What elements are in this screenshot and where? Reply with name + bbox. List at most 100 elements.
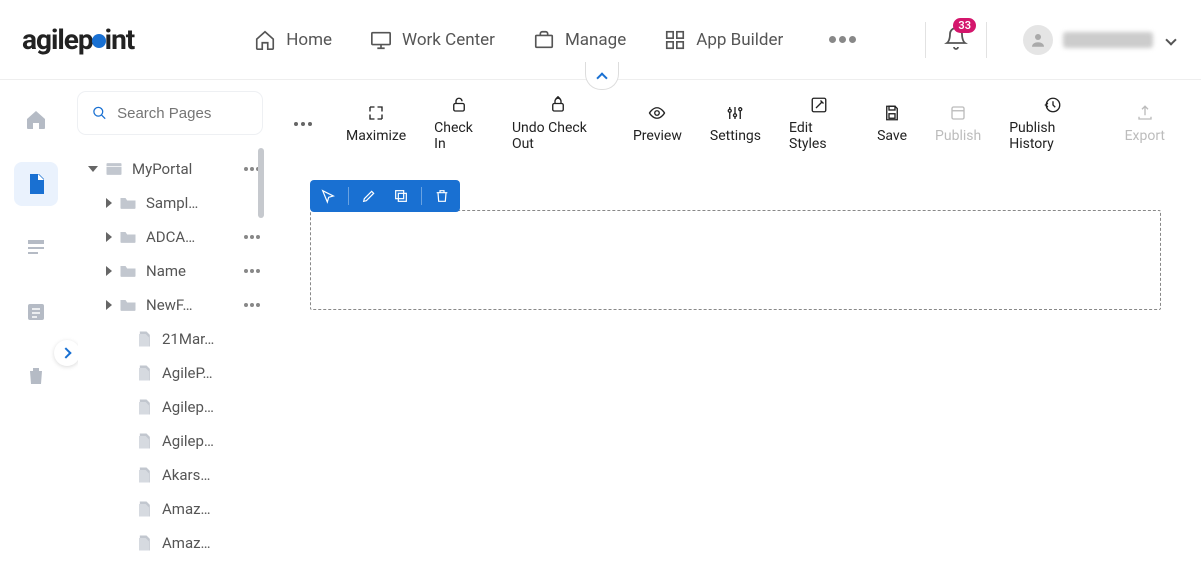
caret-right-icon[interactable]	[106, 300, 112, 310]
selection-move[interactable]	[316, 184, 340, 208]
logo-dot-icon	[92, 34, 106, 48]
tree-page[interactable]: Amaz…	[78, 492, 266, 526]
toolbar-label: Check In	[434, 120, 484, 152]
nav-work-center[interactable]: Work Center	[370, 29, 495, 51]
tree-label: MyPortal	[132, 160, 240, 178]
canvas[interactable]	[276, 170, 1195, 582]
toolbar-preview[interactable]: Preview	[621, 104, 694, 144]
folder-icon	[118, 297, 138, 313]
grid-icon	[664, 29, 686, 51]
rail-page-builder[interactable]	[14, 162, 58, 206]
caret-right-icon[interactable]	[106, 232, 112, 242]
tree-site[interactable]: MyPortal	[78, 152, 266, 186]
search-pages[interactable]	[78, 92, 262, 134]
toolbar-editstyles[interactable]: Edit Styles	[777, 96, 861, 152]
tree-label: Amaz…	[162, 534, 260, 552]
row-more[interactable]	[244, 303, 260, 307]
tree-page[interactable]: Agilep…	[78, 424, 266, 458]
divider	[925, 22, 926, 58]
tree-label: Agilep…	[162, 432, 260, 450]
nav-more[interactable]	[829, 36, 856, 43]
export-icon	[1136, 104, 1154, 122]
separator	[421, 187, 422, 205]
tree-folder[interactable]: ADCA…	[78, 220, 266, 254]
toolbar-label: Publish History	[1009, 120, 1096, 152]
toolbar-maximize[interactable]: Maximize	[334, 104, 418, 144]
toolbar-label: Export	[1125, 128, 1165, 144]
page-icon	[134, 501, 154, 517]
tree-label: Amaz…	[162, 500, 260, 518]
selection-edit[interactable]	[357, 184, 381, 208]
divider	[986, 22, 987, 58]
notification-badge: 33	[953, 18, 976, 33]
toolbar-label: Settings	[710, 128, 761, 144]
nav-home[interactable]: Home	[254, 29, 332, 51]
site-icon	[104, 161, 124, 177]
selection-delete[interactable]	[430, 184, 454, 208]
rail-forms[interactable]	[14, 226, 58, 270]
tree-page[interactable]: Amaz…	[78, 526, 266, 560]
home-icon	[24, 108, 48, 132]
folder-icon	[118, 229, 138, 245]
page-icon	[134, 535, 154, 551]
tree-scrollbar[interactable]	[258, 148, 264, 218]
editor-area: Maximize Check In Undo Check OutPreview Set…	[268, 80, 1201, 582]
caret-right-icon[interactable]	[106, 266, 112, 276]
folder-icon	[118, 195, 138, 211]
toolbar-label: Save	[877, 128, 907, 144]
row-more[interactable]	[244, 235, 260, 239]
page-tree: MyPortal Sampl… ADCA…Name NewF… 21Mar…AgileP…	[78, 144, 266, 574]
toolbar-more[interactable]	[294, 122, 312, 126]
toolbar-publishhistory[interactable]: Publish History	[997, 96, 1108, 152]
sidebar: MyPortal Sampl… ADCA…Name NewF… 21Mar…AgileP…	[72, 80, 268, 582]
publishhistory-icon	[1044, 96, 1062, 114]
caret-right-icon[interactable]	[106, 198, 112, 208]
widget-placeholder[interactable]	[310, 210, 1161, 310]
nav-manage[interactable]: Manage	[533, 29, 626, 51]
checkin-icon	[450, 96, 468, 114]
left-rail	[0, 80, 72, 582]
tree-page[interactable]: 21Mar…	[78, 322, 266, 356]
tree-page[interactable]: AgileP…	[78, 356, 266, 390]
home-icon	[254, 29, 276, 51]
tree-folder[interactable]: NewF…	[78, 288, 266, 322]
tree-page[interactable]: Agilep…	[78, 390, 266, 424]
undocheckout-icon	[549, 96, 567, 114]
settings-icon	[726, 104, 744, 122]
user-menu[interactable]	[1023, 25, 1175, 55]
toolbar-export: Export	[1113, 104, 1177, 144]
notifications-button[interactable]: 33	[944, 26, 968, 54]
rail-expand-toggle[interactable]	[54, 340, 80, 366]
edit-icon	[361, 188, 377, 204]
rail-data[interactable]	[14, 290, 58, 334]
tree-folder[interactable]: Sampl…	[78, 186, 266, 220]
toolbar-settings[interactable]: Settings	[698, 104, 773, 144]
rail-trash[interactable]	[14, 354, 58, 398]
nav-app-builder[interactable]: App Builder	[664, 29, 783, 51]
tree-label: Sampl…	[146, 194, 260, 212]
toolbar-label: Edit Styles	[789, 120, 849, 152]
publish-icon	[949, 104, 967, 122]
editstyles-icon	[810, 96, 828, 114]
toolbar-save[interactable]: Save	[865, 104, 919, 144]
row-more[interactable]	[244, 269, 260, 273]
nav-work-center-label: Work Center	[402, 30, 495, 50]
toolbar-label: Maximize	[346, 128, 406, 144]
preview-icon	[648, 104, 666, 122]
selection-duplicate[interactable]	[389, 184, 413, 208]
search-input[interactable]	[117, 105, 248, 122]
search-icon	[92, 104, 107, 122]
tree-folder[interactable]: Name	[78, 254, 266, 288]
duplicate-icon	[393, 188, 409, 204]
editor-toolbar: Maximize Check In Undo Check OutPreview Set…	[276, 86, 1195, 162]
toolbar-checkin[interactable]: Check In	[422, 96, 496, 152]
caret-down-icon[interactable]	[88, 166, 98, 172]
tree-label: NewF…	[146, 296, 240, 314]
monitor-icon	[370, 29, 392, 51]
rail-home[interactable]	[14, 98, 58, 142]
toolbar-undocheckout[interactable]: Undo Check Out	[500, 96, 617, 152]
page-icon	[134, 331, 154, 347]
tree-page[interactable]: Akars…	[78, 458, 266, 492]
chevron-right-icon	[60, 347, 71, 358]
tree-label: Agilep…	[162, 398, 260, 416]
